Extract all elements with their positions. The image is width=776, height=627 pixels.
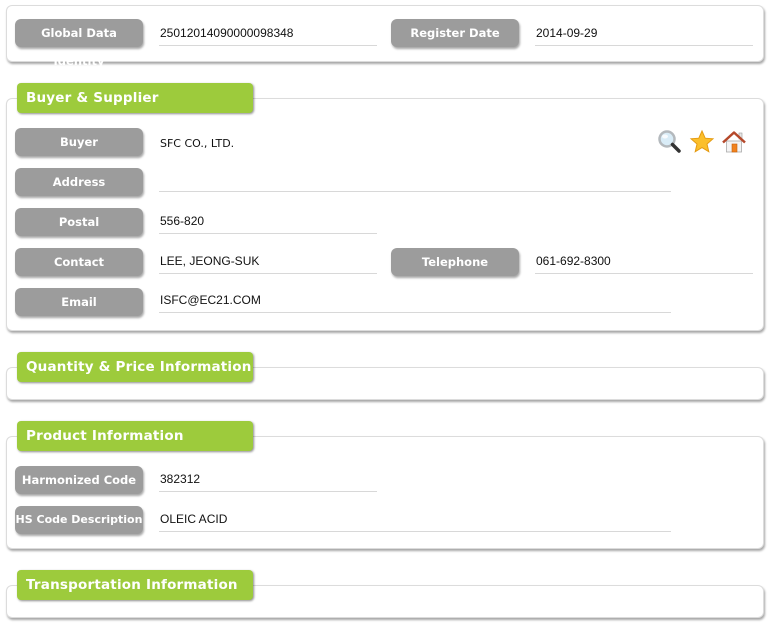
contact-label: Contact: [15, 248, 143, 276]
contact-value: LEE, JEONG-SUK: [159, 252, 377, 274]
home-icon[interactable]: [721, 129, 747, 155]
telephone-label: Telephone: [391, 248, 519, 276]
address-label: Address: [15, 168, 143, 196]
postal-label: Postal: [15, 208, 143, 236]
hs-code-description-label: HS Code Description: [15, 506, 143, 534]
buyer-supplier-title: Buyer & Supplier Information: [17, 83, 253, 136]
harmonized-code-value: 382312: [159, 470, 377, 492]
hs-code-description-value: OLEIC ACID: [159, 510, 671, 532]
postal-value: 556-820: [159, 212, 377, 234]
global-data-identity-value: 25012014090000098348: [159, 24, 377, 46]
email-label: Email: [15, 288, 143, 316]
quantity-price-title: Quantity & Price Information: [17, 352, 253, 382]
address-value: [159, 170, 671, 192]
register-date-value: 2014-09-29: [535, 24, 753, 46]
search-icon[interactable]: [657, 129, 683, 155]
transportation-title: Transportation Information: [17, 570, 253, 600]
email-value: ISFC@EC21.COM: [159, 291, 671, 313]
buyer-value: SFC CO., LTD.: [160, 137, 235, 150]
global-data-identity-label: Global Data Identity: [15, 19, 143, 68]
buyer-label: Buyer: [15, 128, 143, 156]
star-icon[interactable]: [689, 129, 715, 155]
register-date-label: Register Date: [391, 19, 519, 47]
product-title: Product Information: [17, 421, 253, 451]
harmonized-code-label: Harmonized Code: [15, 466, 143, 494]
telephone-value: 061-692-8300: [535, 252, 753, 274]
